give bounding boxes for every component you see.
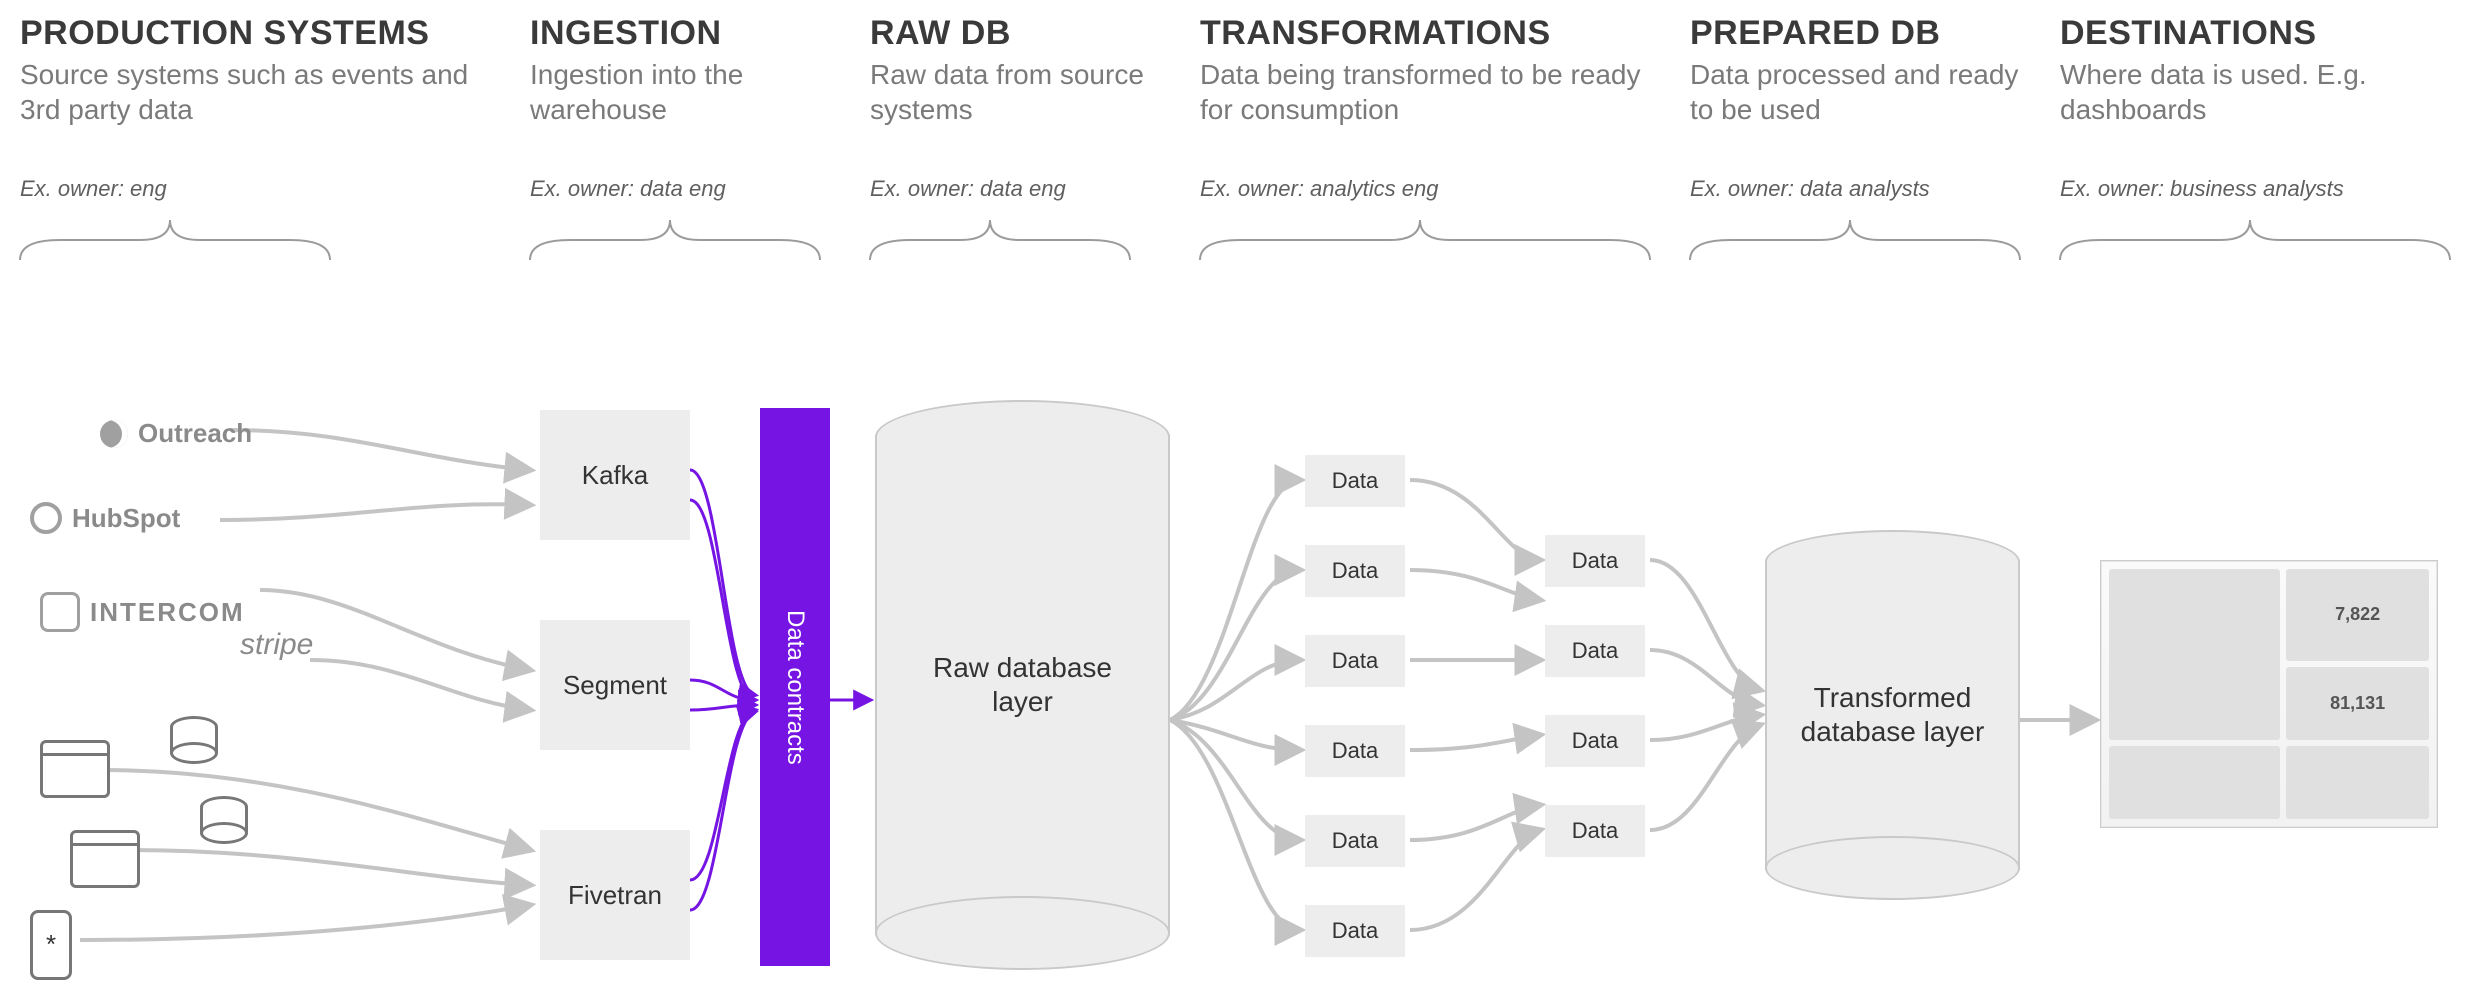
transform-box: Data	[1545, 535, 1645, 587]
source-label: HubSpot	[72, 503, 180, 534]
data-contracts-label: Data contracts	[781, 610, 809, 765]
prepared-db-label: Transformed database layer	[1792, 681, 1993, 748]
source-label: stripe	[240, 628, 313, 662]
col-owner-rawdb: Ex. owner: data eng	[870, 176, 1066, 202]
transform-box: Data	[1545, 625, 1645, 677]
raw-db-cylinder: Raw database layer	[875, 400, 1170, 970]
col-owner-transforms: Ex. owner: analytics eng	[1200, 176, 1438, 202]
transform-box: Data	[1305, 545, 1405, 597]
col-title: INGESTION	[530, 12, 830, 55]
col-head-prepared: PREPARED DB Data processed and ready to …	[1690, 12, 2030, 127]
dashboard-panel	[2109, 746, 2280, 819]
transform-box: Data	[1305, 725, 1405, 777]
transform-box: Data	[1305, 815, 1405, 867]
col-head-production: PRODUCTION SYSTEMS Source systems such a…	[20, 12, 510, 127]
col-head-rawdb: RAW DB Raw data from source systems	[870, 12, 1160, 127]
col-title: DESTINATIONS	[2060, 12, 2460, 55]
dashboard-stat: 81,131	[2286, 667, 2429, 740]
outreach-icon	[100, 420, 128, 448]
col-title: PREPARED DB	[1690, 12, 2030, 55]
transform-box: Data	[1305, 905, 1405, 957]
transform-box: Data	[1545, 715, 1645, 767]
ingestion-segment-box: Segment	[540, 620, 690, 750]
col-subtitle: Data being transformed to be ready for c…	[1200, 57, 1660, 127]
database-icon	[200, 800, 248, 840]
mobile-icon	[30, 910, 72, 980]
col-subtitle: Where data is used. E.g. dashboards	[2060, 57, 2460, 127]
source-outreach: Outreach	[100, 418, 252, 449]
hubspot-icon	[30, 502, 62, 534]
col-head-destinations: DESTINATIONS Where data is used. E.g. da…	[2060, 12, 2460, 127]
transform-box: Data	[1305, 635, 1405, 687]
source-label: Outreach	[138, 418, 252, 449]
col-owner-prepared: Ex. owner: data analysts	[1690, 176, 1930, 202]
dashboard-map-panel	[2109, 569, 2280, 740]
dashboard-stat: 7,822	[2286, 569, 2429, 661]
source-hubspot: HubSpot	[30, 502, 180, 534]
database-icon	[170, 720, 218, 760]
col-subtitle: Raw data from source systems	[870, 57, 1160, 127]
source-label: INTERCOM	[90, 597, 245, 628]
col-head-transforms: TRANSFORMATIONS Data being transformed t…	[1200, 12, 1660, 127]
app-window-icon	[40, 740, 110, 798]
col-owner-ingestion: Ex. owner: data eng	[530, 176, 726, 202]
ingestion-fivetran-box: Fivetran	[540, 830, 690, 960]
col-owner-destinations: Ex. owner: business analysts	[2060, 176, 2344, 202]
col-title: RAW DB	[870, 12, 1160, 55]
raw-db-label: Raw database layer	[921, 651, 1125, 718]
col-owner-production: Ex. owner: eng	[20, 176, 167, 202]
col-title: TRANSFORMATIONS	[1200, 12, 1660, 55]
transform-box: Data	[1305, 455, 1405, 507]
source-stripe: stripe	[240, 628, 313, 662]
col-title: PRODUCTION SYSTEMS	[20, 12, 510, 55]
prepared-db-cylinder: Transformed database layer	[1765, 530, 2020, 900]
col-subtitle: Ingestion into the warehouse	[530, 57, 830, 127]
ingestion-kafka-box: Kafka	[540, 410, 690, 540]
data-contracts-strip: Data contracts	[760, 408, 830, 966]
app-window-icon	[70, 830, 140, 888]
dashboard-panel	[2286, 746, 2429, 819]
col-head-ingestion: INGESTION Ingestion into the warehouse	[530, 12, 830, 127]
transform-box: Data	[1545, 805, 1645, 857]
source-intercom: INTERCOM	[40, 592, 245, 632]
col-subtitle: Source systems such as events and 3rd pa…	[20, 57, 510, 127]
col-subtitle: Data processed and ready to be used	[1690, 57, 2030, 127]
destination-dashboard: 7,822 81,131	[2100, 560, 2438, 828]
intercom-icon	[40, 592, 80, 632]
